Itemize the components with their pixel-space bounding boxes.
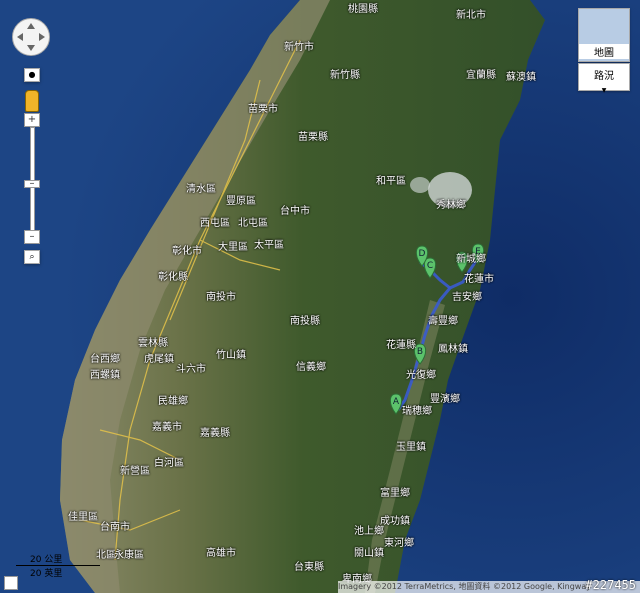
place-label-huwei: 虎尾鎮 (144, 354, 174, 365)
reset-location-button[interactable]: ● (24, 68, 40, 82)
zoom-slider-handle[interactable]: – (24, 179, 40, 189)
place-label-heping: 和平區 (376, 176, 406, 187)
route-marker-label: D (419, 249, 426, 259)
pan-right-icon[interactable] (39, 33, 45, 41)
place-label-taiping: 太平區 (254, 240, 284, 251)
place-label-chiayi: 嘉義縣 (200, 428, 230, 439)
place-label-xiulin: 秀林鄉 (436, 200, 466, 211)
place-label-douliu: 斗六市 (176, 364, 206, 375)
place-label-xinzhu: 新竹縣 (330, 70, 360, 81)
place-label-taoyuan: 桃園縣 (348, 4, 378, 15)
traffic-label: 路況 (594, 71, 614, 82)
traffic-button[interactable]: 路況 ▼ (578, 63, 630, 94)
place-label-dali: 大里區 (218, 242, 248, 253)
place-label-fengyuan: 豐原區 (226, 196, 256, 207)
route-marker-label: C (427, 261, 433, 271)
place-label-changhua: 彰化市 (172, 246, 202, 257)
pan-control[interactable] (12, 18, 50, 56)
pan-left-icon[interactable] (17, 33, 23, 41)
pan-down-icon[interactable] (27, 45, 35, 51)
map-type-button[interactable]: 地圖 (578, 8, 630, 62)
scale-mi: 20 英里 (30, 569, 63, 579)
map-type-label: 地圖 (579, 44, 629, 59)
place-label-fuli: 富里鄉 (380, 488, 410, 499)
place-label-guangfu: 光復鄉 (406, 370, 436, 381)
place-label-baihe: 白河區 (154, 458, 184, 469)
place-label-chiayi_city: 嘉義市 (152, 422, 182, 433)
place-label-yilan: 宜蘭縣 (466, 70, 496, 81)
place-label-xinzhu_city: 新竹市 (284, 42, 314, 53)
place-label-nantou: 南投縣 (290, 316, 320, 327)
place-label-xilou: 西螺鎮 (90, 370, 120, 381)
scale-bar: 20 公里 20 英里 (16, 552, 100, 579)
place-label-xitun: 西屯區 (200, 218, 230, 229)
scale-km: 20 公里 (16, 552, 100, 566)
place-label-chenggong: 成功鎮 (380, 516, 410, 527)
place-label-jiali: 佳里區 (68, 512, 98, 523)
place-label-yuli: 玉里鎮 (396, 442, 426, 453)
place-label-yunlin: 雲林縣 (138, 338, 168, 349)
place-label-fenglin: 鳳林鎮 (438, 344, 468, 355)
place-label-taitung: 台東縣 (294, 562, 324, 573)
place-label-hualien: 花蓮市 (464, 274, 494, 285)
zoom-out-button[interactable]: – (24, 230, 40, 244)
place-label-xinbei: 新北市 (456, 10, 486, 21)
zoom-area-icon[interactable]: ⌕ (24, 250, 40, 264)
place-label-xincheng: 新城鄉 (456, 254, 486, 265)
place-label-kaohsiung: 高雄市 (206, 548, 236, 559)
watermark: #227455 (585, 578, 636, 592)
place-label-sufang: 蘇澳鎮 (506, 72, 536, 83)
place-label-taixi: 台西鄉 (90, 354, 120, 365)
route-marker-label: A (393, 397, 400, 407)
zoom-in-button[interactable]: + (24, 113, 40, 127)
place-label-xinyi: 信義鄉 (296, 362, 326, 373)
place-label-yongkang: 永康區 (114, 550, 144, 561)
place-label-zhushan: 竹山鎮 (216, 350, 246, 361)
place-label-miaoli_city: 苗栗市 (248, 104, 278, 115)
place-label-shoufeng: 壽豐鄉 (428, 316, 458, 327)
place-label-nantou_city: 南投市 (206, 292, 236, 303)
pan-up-icon[interactable] (27, 23, 35, 29)
route-marker-label: B (417, 347, 423, 357)
satellite-map[interactable]: ABCD EF (0, 0, 640, 593)
place-label-qingshui: 清水區 (186, 184, 216, 195)
chevron-down-icon: ▼ (601, 87, 607, 94)
place-label-taizhong: 台中市 (280, 206, 310, 217)
place-label-guanshan: 關山鎮 (354, 548, 384, 559)
place-label-xinying: 新營區 (120, 466, 150, 477)
place-label-fengbin: 豐濱鄉 (430, 394, 460, 405)
place-label-tainan: 台南市 (100, 522, 130, 533)
place-label-chishang: 池上鄉 (354, 526, 384, 537)
place-label-hualien_county: 花蓮縣 (386, 340, 416, 351)
place-label-beitun: 北屯區 (238, 218, 268, 229)
map-toggle-icon[interactable] (4, 576, 18, 590)
pegman-icon[interactable] (25, 90, 39, 112)
place-label-miaoli: 苗栗縣 (298, 132, 328, 143)
place-label-jian: 吉安鄉 (452, 292, 482, 303)
place-label-changhua_county: 彰化縣 (158, 272, 188, 283)
place-label-ruisui: 瑞穗鄉 (402, 406, 432, 417)
place-label-minxiong: 民雄鄉 (158, 396, 188, 407)
place-label-donghe: 東河鄉 (384, 538, 414, 549)
